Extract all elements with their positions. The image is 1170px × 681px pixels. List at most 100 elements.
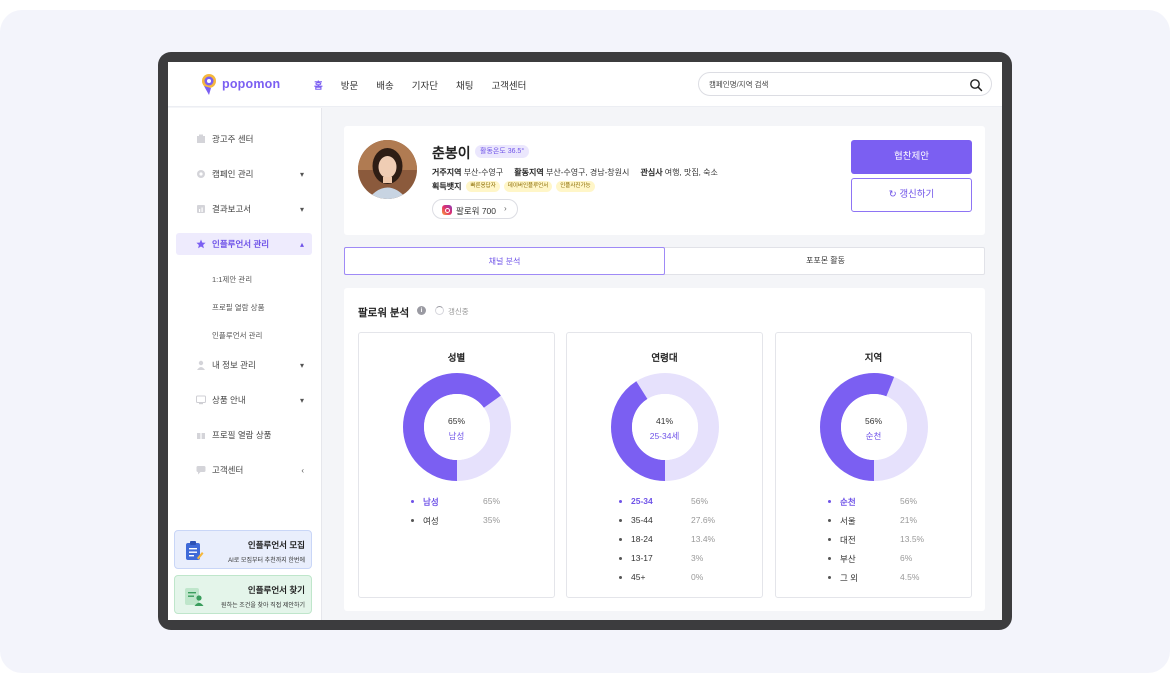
monitor-icon (196, 395, 206, 405)
legend-category: 여성 (423, 516, 439, 526)
sidebar-item-advertiser-center[interactable]: 광고주 센터 (176, 128, 312, 150)
legend-value: 35% (483, 515, 501, 525)
app-screen: popomon 홈 방문 배송 기자단 채팅 고객센터 캠페인명/지역 검색 광… (168, 62, 1002, 620)
chart-title: 지역 (864, 353, 883, 364)
sidebar-item-label: 상품 안내 (212, 395, 246, 405)
legend-category: 45+ (631, 572, 646, 582)
legend-value: 56% (691, 496, 709, 506)
legend-category: 25-34 (631, 496, 653, 506)
legend-value: 3% (691, 553, 704, 563)
sidebar-item-influencer[interactable]: 인플루언서 관리 ▴ (176, 233, 312, 255)
badge-chip: 인플사진가능 (556, 181, 595, 192)
legend-category: 서울 (840, 516, 856, 526)
avatar (358, 140, 417, 199)
chart-title: 성별 (447, 353, 466, 364)
donut-center-label: 25-34세 (649, 431, 680, 441)
search-input[interactable]: 캠페인명/지역 검색 (698, 72, 992, 96)
follower-analysis-section: 팔로워 분석 i 갱신중 성별 65% 남성 남성 65% 여성 35% 연령대 41% 25-… (344, 288, 985, 611)
donut-center-label: 순천 (865, 431, 882, 441)
tab-channel-analysis[interactable]: 채널 분석 (344, 247, 665, 275)
nav-reporters[interactable]: 기자단 (412, 78, 438, 92)
promo-subtitle: 원하는 조건을 찾아 직접 제안하기 (221, 603, 305, 609)
nav-delivery[interactable]: 배송 (376, 78, 393, 92)
donut-chart (403, 373, 511, 481)
legend-category: 남성 (423, 497, 439, 507)
chevron-down-icon: ▾ (299, 360, 304, 370)
legend-category: 부산 (840, 554, 856, 564)
legend-value: 13.5% (900, 534, 925, 544)
profile-info-line: 거주지역 부산-수영구 활동지역 부산-수영구, 경남-창원시 관심사 여행, … (432, 167, 718, 178)
search-person-icon (185, 588, 204, 606)
nav-visit[interactable]: 방문 (341, 78, 358, 92)
legend-value: 27.6% (691, 515, 716, 525)
sidebar-sub-proposal[interactable]: 1:1제안 관리 (212, 274, 252, 285)
sidebar-item-report[interactable]: 결과보고서 ▾ (176, 198, 312, 220)
legend-bullet (619, 519, 622, 522)
badges-label: 획득뱃지 (432, 182, 462, 191)
promo-recruit-influencer[interactable]: 인플루언서 모집 AI로 모집부터 추천까지 한번에 (174, 530, 312, 569)
legend-value: 6% (900, 553, 913, 563)
promo-subtitle: AI로 모집부터 추천까지 한번에 (228, 558, 305, 564)
legend-bullet (828, 538, 831, 541)
sidebar-item-campaign[interactable]: 캠페인 관리 ▾ (176, 163, 312, 185)
gender-chart-panel: 성별 65% 남성 남성 65% 여성 35% (358, 332, 555, 598)
activity-label: 활동지역 (514, 168, 544, 177)
legend-value: 4.5% (900, 572, 920, 582)
legend-bullet (619, 538, 622, 541)
sidebar-item-label: 결과보고서 (212, 204, 252, 214)
sidebar-item-label: 캠페인 관리 (212, 169, 254, 179)
tab-bar: 채널 분석 포포몬 활동 (344, 247, 985, 275)
sidebar-item-label: 내 정보 관리 (212, 360, 256, 370)
donut-hole (632, 394, 698, 460)
refresh-button[interactable]: ↻ 갱신하기 (851, 178, 972, 212)
person-icon (197, 360, 205, 370)
promo-title: 인플루언서 찾기 (247, 585, 305, 595)
chevron-down-icon: ▾ (299, 169, 304, 179)
legend-bullet (619, 500, 622, 503)
section-title: 팔로워 분석 (358, 307, 410, 319)
sidebar-item-profile-product[interactable]: 프로필 열람 상품 (176, 424, 312, 446)
sidebar-item-support[interactable]: 고객센터 ‹ (176, 459, 312, 481)
gift-icon (197, 433, 205, 439)
loading-spinner-icon (435, 306, 444, 315)
badge-chip: 데이버인플루언서 (503, 181, 553, 192)
donut-hole (841, 394, 907, 460)
tab-popomon-activity[interactable]: 포포몬 활동 (665, 247, 986, 275)
chat-icon (196, 466, 206, 475)
residence-label: 거주지역 (432, 168, 462, 177)
report-icon (197, 205, 205, 213)
nav-support[interactable]: 고객센터 (491, 78, 526, 92)
interest-value: 여행, 맛집, 숙소 (664, 168, 718, 177)
donut-center-value: 56% (864, 416, 882, 426)
search-icon[interactable] (969, 78, 983, 92)
sidebar-sub-influencer-manage[interactable]: 인플루언서 관리 (212, 330, 262, 341)
legend-category: 그 외 (840, 573, 859, 583)
activity-value: 부산-수영구, 경남-창원시 (545, 168, 630, 177)
activity-temperature-badge: 활동온도 36.5° (475, 145, 530, 158)
sidebar-item-product-guide[interactable]: 상품 안내 ▾ (176, 389, 312, 411)
sidebar-item-my-info[interactable]: 내 정보 관리 ▾ (176, 354, 312, 376)
legend-bullet (411, 500, 414, 503)
chart-title: 연령대 (651, 353, 678, 364)
chevron-down-icon: ▾ (299, 395, 304, 405)
follower-button[interactable]: 팔로워 700 › (432, 199, 518, 219)
sidebar-item-label: 광고주 센터 (212, 134, 254, 144)
logo-mark-icon (202, 74, 216, 95)
sponsor-proposal-button[interactable]: 협찬제안 (851, 140, 972, 174)
donut-chart (820, 373, 928, 481)
logo[interactable]: popomon (200, 72, 280, 96)
sidebar-item-label: 고객센터 (212, 465, 244, 475)
nav-chat[interactable]: 채팅 (456, 78, 473, 92)
sidebar-sub-profile-product[interactable]: 프로필 열람 상품 (212, 302, 264, 313)
donut-center-value: 65% (447, 416, 465, 426)
legend-value: 13.4% (691, 534, 716, 544)
nav-home[interactable]: 홈 (314, 78, 323, 92)
sidebar-item-label: 인플루언서 관리 (212, 239, 270, 249)
clipboard-icon (186, 541, 204, 560)
residence-value: 부산-수영구 (463, 168, 504, 177)
info-icon[interactable]: i (417, 306, 426, 315)
promo-find-influencer[interactable]: 인플루언서 찾기 원하는 조건을 찾아 직접 제안하기 (174, 575, 312, 614)
badge-list: 획득뱃지 빠른응답자 데이버인플루언서 인플사진가능 (432, 181, 595, 192)
top-header: popomon 홈 방문 배송 기자단 채팅 고객센터 캠페인명/지역 검색 (168, 62, 1002, 107)
region-chart-panel: 지역 56% 순천 순천 56% 서울 21% 대전 13.5% 부산 6% 그 외 4.5% (775, 332, 972, 598)
